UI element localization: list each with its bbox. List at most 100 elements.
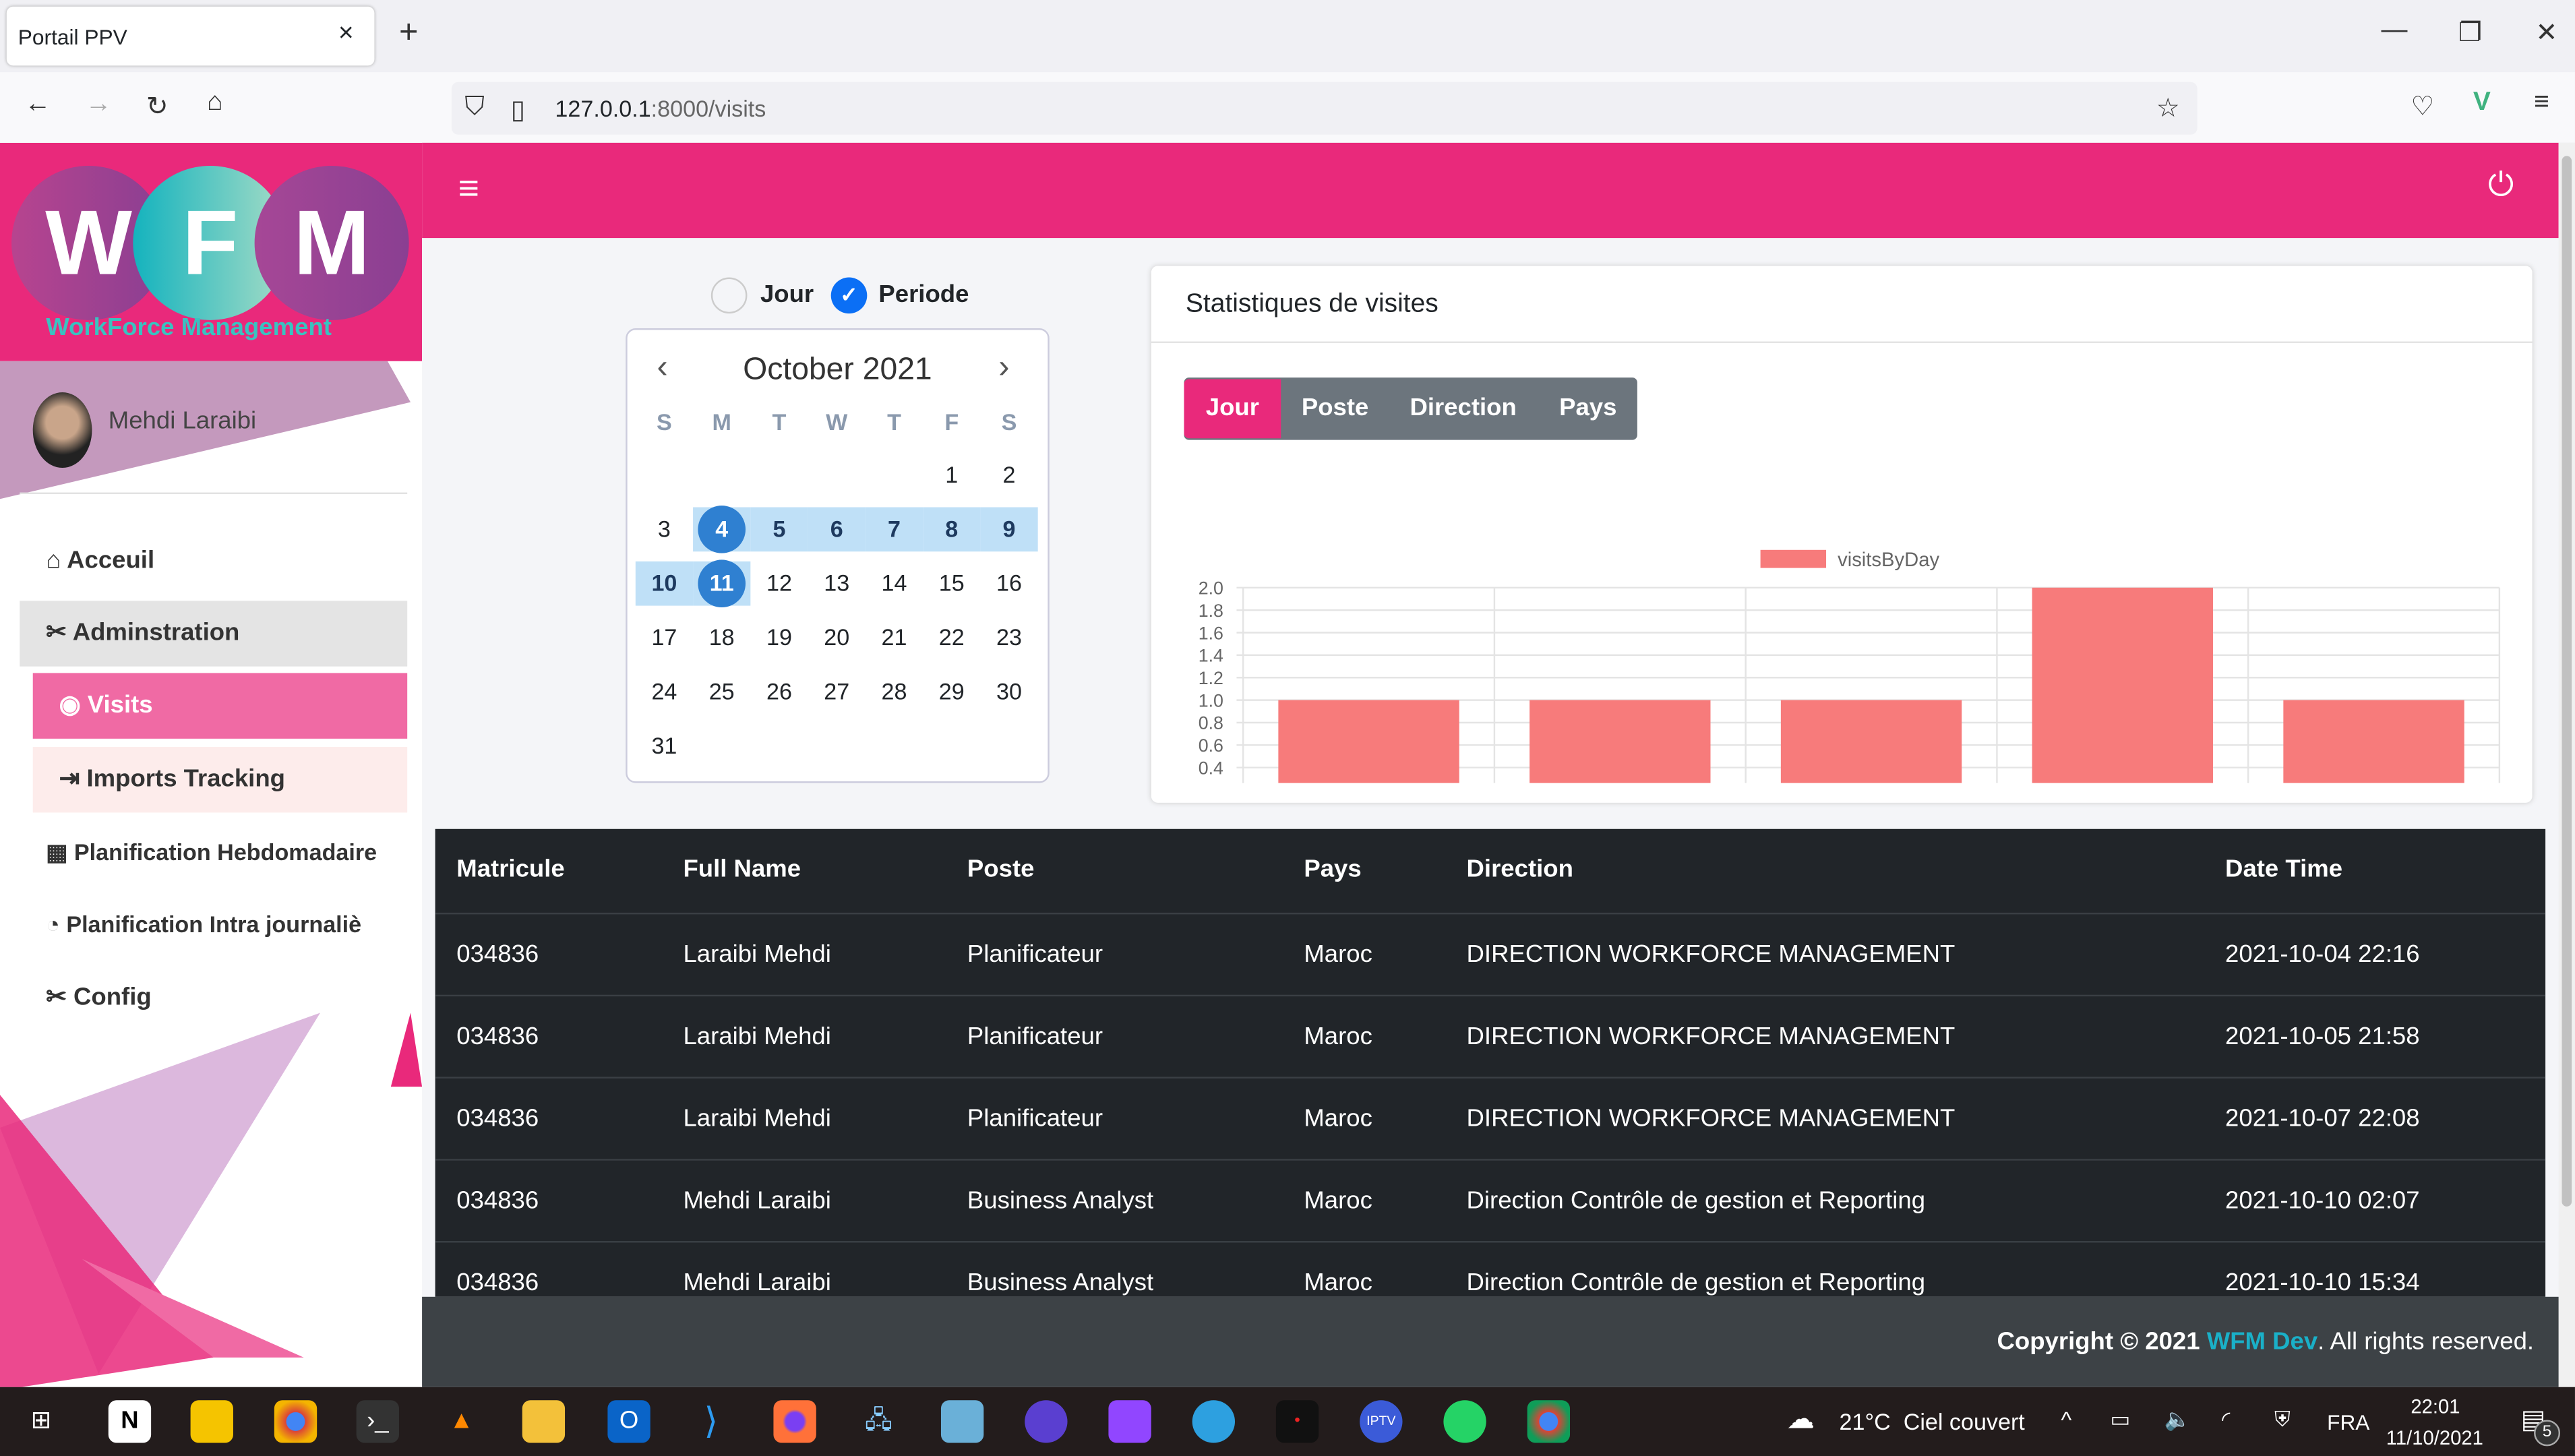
calendar-day[interactable]: 17	[636, 615, 693, 660]
reload-icon[interactable]: ↻	[146, 90, 169, 123]
whatsapp-icon[interactable]	[1443, 1400, 1486, 1443]
radio-jour[interactable]	[710, 277, 748, 314]
sidebar-item-planification-intra[interactable]: ◔ Planification Intra journaliè	[20, 891, 422, 957]
new-tab-button[interactable]: +	[399, 15, 418, 53]
twitter-icon[interactable]	[1192, 1400, 1236, 1443]
radio-periode-checked-icon[interactable]: ✓	[830, 277, 868, 314]
notion-icon[interactable]: N	[108, 1400, 152, 1443]
calendar-day[interactable]: 18	[693, 615, 750, 660]
calendar-day[interactable]: 23	[980, 615, 1037, 660]
address-bar[interactable]: ⛉ ▯ 127.0.0.1:8000/visits ☆	[451, 82, 2198, 135]
menu-icon[interactable]: ≡	[2534, 89, 2549, 119]
close-tab-icon[interactable]: ×	[338, 20, 354, 49]
firefox-icon[interactable]	[773, 1400, 816, 1443]
chrome-icon[interactable]	[1527, 1400, 1571, 1443]
calendar-day[interactable]: 9	[980, 507, 1037, 551]
app-icon[interactable]	[940, 1400, 984, 1443]
bookmark-star-icon[interactable]: ☆	[2156, 92, 2180, 125]
eclipse-icon[interactable]	[1025, 1400, 1068, 1443]
sidebar-item-adminstration[interactable]: ✂ Adminstration	[20, 601, 408, 667]
calendar-day[interactable]: 6	[808, 507, 866, 551]
calendar-day[interactable]: 5	[750, 507, 808, 551]
scrollbar[interactable]	[2558, 142, 2575, 1387]
twitch-icon[interactable]	[1108, 1400, 1151, 1443]
calendar-day[interactable]: 2	[980, 453, 1037, 497]
iptv-icon[interactable]: IPTV	[1360, 1400, 1403, 1443]
calendar-day[interactable]: 21	[866, 615, 923, 660]
clock-time[interactable]: 22:01	[2411, 1395, 2460, 1418]
calendar-day[interactable]: 7	[866, 507, 923, 551]
close-window-icon[interactable]: ✕	[2535, 16, 2557, 49]
table-row[interactable]: 034836 Laraibi Mehdi Planificateur Maroc DIR…	[435, 994, 2546, 1079]
calendar-day[interactable]: 29	[923, 670, 980, 715]
tab-pays[interactable]: Pays	[1542, 380, 1634, 439]
vscode-icon[interactable]: ⟩	[690, 1400, 732, 1443]
calendar-day[interactable]: 19	[750, 615, 808, 660]
vlc-icon[interactable]: ▲	[440, 1400, 483, 1443]
sidebar-item-planification-hebdomadaire[interactable]: ▦ Planification Hebdomadaire	[20, 819, 422, 884]
tab-jour[interactable]: Jour	[1184, 379, 1281, 439]
calendar-day[interactable]: 14	[866, 562, 923, 606]
hamburger-menu-icon[interactable]: ≡	[458, 167, 479, 210]
tray-chevron-icon[interactable]: ^	[2061, 1407, 2071, 1433]
volume-icon[interactable]: 🔈	[2164, 1407, 2191, 1433]
sidebar-item-visits[interactable]: ◉ Visits	[32, 673, 408, 739]
calendar-day[interactable]: 3	[636, 507, 693, 551]
minimize-icon[interactable]: —	[2381, 16, 2407, 46]
next-month-icon[interactable]: ›	[998, 350, 1009, 388]
windows-start-icon[interactable]: ⊞	[20, 1400, 62, 1443]
calendar-day[interactable]: 4	[698, 506, 746, 553]
calendar-day[interactable]: 24	[636, 670, 693, 715]
calendar-day[interactable]: 16	[980, 562, 1037, 606]
column-header[interactable]: Date Time	[2225, 829, 2342, 911]
terminal-icon[interactable]: ›_	[356, 1400, 399, 1443]
calendar-day[interactable]: 31	[636, 724, 693, 768]
home-icon[interactable]: ⌂	[207, 89, 223, 119]
chrome-icon[interactable]	[274, 1400, 317, 1443]
calendar-day[interactable]: 28	[866, 670, 923, 715]
back-icon[interactable]: ←	[25, 90, 51, 120]
calendar-day[interactable]: 11	[698, 559, 746, 608]
app-icon[interactable]: •	[1275, 1400, 1319, 1443]
tab-poste[interactable]: Poste	[1286, 380, 1385, 439]
calendar-day[interactable]: 27	[808, 670, 866, 715]
column-header[interactable]: Matricule	[456, 829, 564, 911]
sidebar-item-imports-tracking[interactable]: ⇥ Imports Tracking	[32, 747, 408, 813]
forward-icon[interactable]: →	[86, 90, 112, 120]
calendar-day[interactable]: 12	[750, 562, 808, 606]
calendar-day[interactable]: 13	[808, 562, 866, 606]
calendar-day[interactable]: 30	[980, 670, 1037, 715]
power-icon[interactable]: ⏻	[2488, 167, 2514, 205]
clock-date[interactable]: 11/10/2021	[2386, 1426, 2483, 1449]
battery-icon[interactable]: ▭	[2111, 1407, 2131, 1433]
outlook-icon[interactable]: O	[607, 1400, 650, 1443]
tab-direction[interactable]: Direction	[1394, 380, 1532, 439]
column-header[interactable]: Full Name	[683, 829, 801, 911]
table-row[interactable]: 034836 Laraibi Mehdi Planificateur Maroc DIR…	[435, 1076, 2546, 1160]
calendar-day[interactable]: 1	[923, 453, 980, 497]
calendar-day[interactable]: 25	[693, 670, 750, 715]
weather-text[interactable]: 21°C Ciel couvert	[1840, 1408, 2025, 1434]
calendar-day[interactable]: 8	[923, 507, 980, 551]
file-explorer-icon[interactable]	[522, 1400, 566, 1443]
sticky-notes-icon[interactable]	[190, 1400, 233, 1443]
vue-devtools-icon[interactable]: V	[2473, 89, 2491, 119]
column-header[interactable]: Poste	[967, 829, 1035, 911]
wifi-icon[interactable]: ◜	[2222, 1407, 2230, 1433]
sidebar-item-acceuil[interactable]: ⌂ Acceuil	[20, 528, 407, 594]
calendar-day[interactable]: 15	[923, 562, 980, 606]
calendar-day[interactable]: 10	[636, 562, 693, 606]
calendar-day[interactable]: 22	[923, 615, 980, 660]
calendar-day[interactable]: 20	[808, 615, 866, 660]
column-header[interactable]: Direction	[1467, 829, 1573, 911]
footer-brand-link[interactable]: WFM Dev	[2207, 1328, 2318, 1356]
table-row[interactable]: 034836 Mehdi Laraibi Business Analyst Maroc…	[435, 1159, 2546, 1242]
table-row[interactable]: 034836 Laraibi Mehdi Planificateur Maroc DIR…	[435, 912, 2546, 996]
browser-tab[interactable]: Portail PPV ×	[6, 6, 375, 66]
column-header[interactable]: Pays	[1304, 829, 1361, 911]
security-shield-icon[interactable]: ⛨	[2274, 1407, 2291, 1433]
network-app-icon[interactable]: 🖧	[857, 1400, 900, 1443]
table-row[interactable]: 034836 Mehdi Laraibi Business Analyst Maroc…	[435, 1241, 2546, 1297]
restore-icon[interactable]: ❐	[2458, 16, 2482, 49]
pocket-icon[interactable]: ♡	[2411, 90, 2434, 123]
